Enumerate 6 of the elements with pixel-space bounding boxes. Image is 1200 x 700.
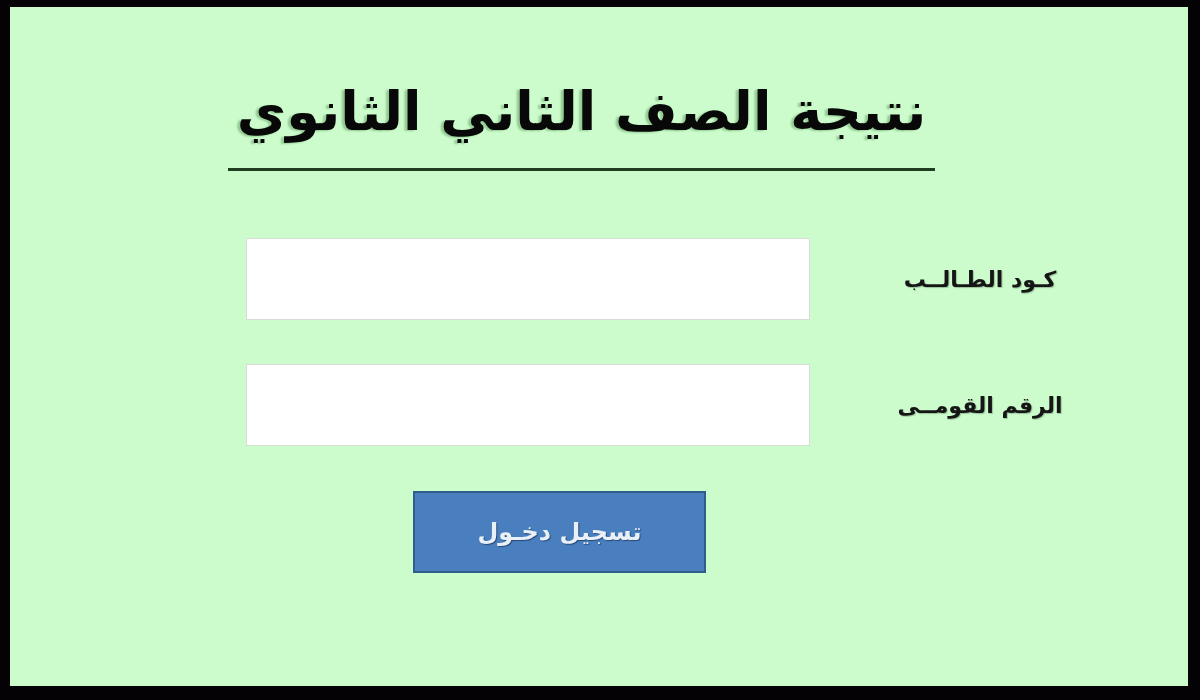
- page-title: نتيجة الصف الثاني الثانوي: [236, 79, 927, 145]
- field-label: الرقم القومــى: [897, 392, 1063, 418]
- login-button[interactable]: تسجيل دخـول: [413, 491, 706, 573]
- input-field[interactable]: [246, 238, 810, 320]
- field-label: كـود الطـالــب: [903, 266, 1057, 292]
- input-field[interactable]: [246, 364, 810, 446]
